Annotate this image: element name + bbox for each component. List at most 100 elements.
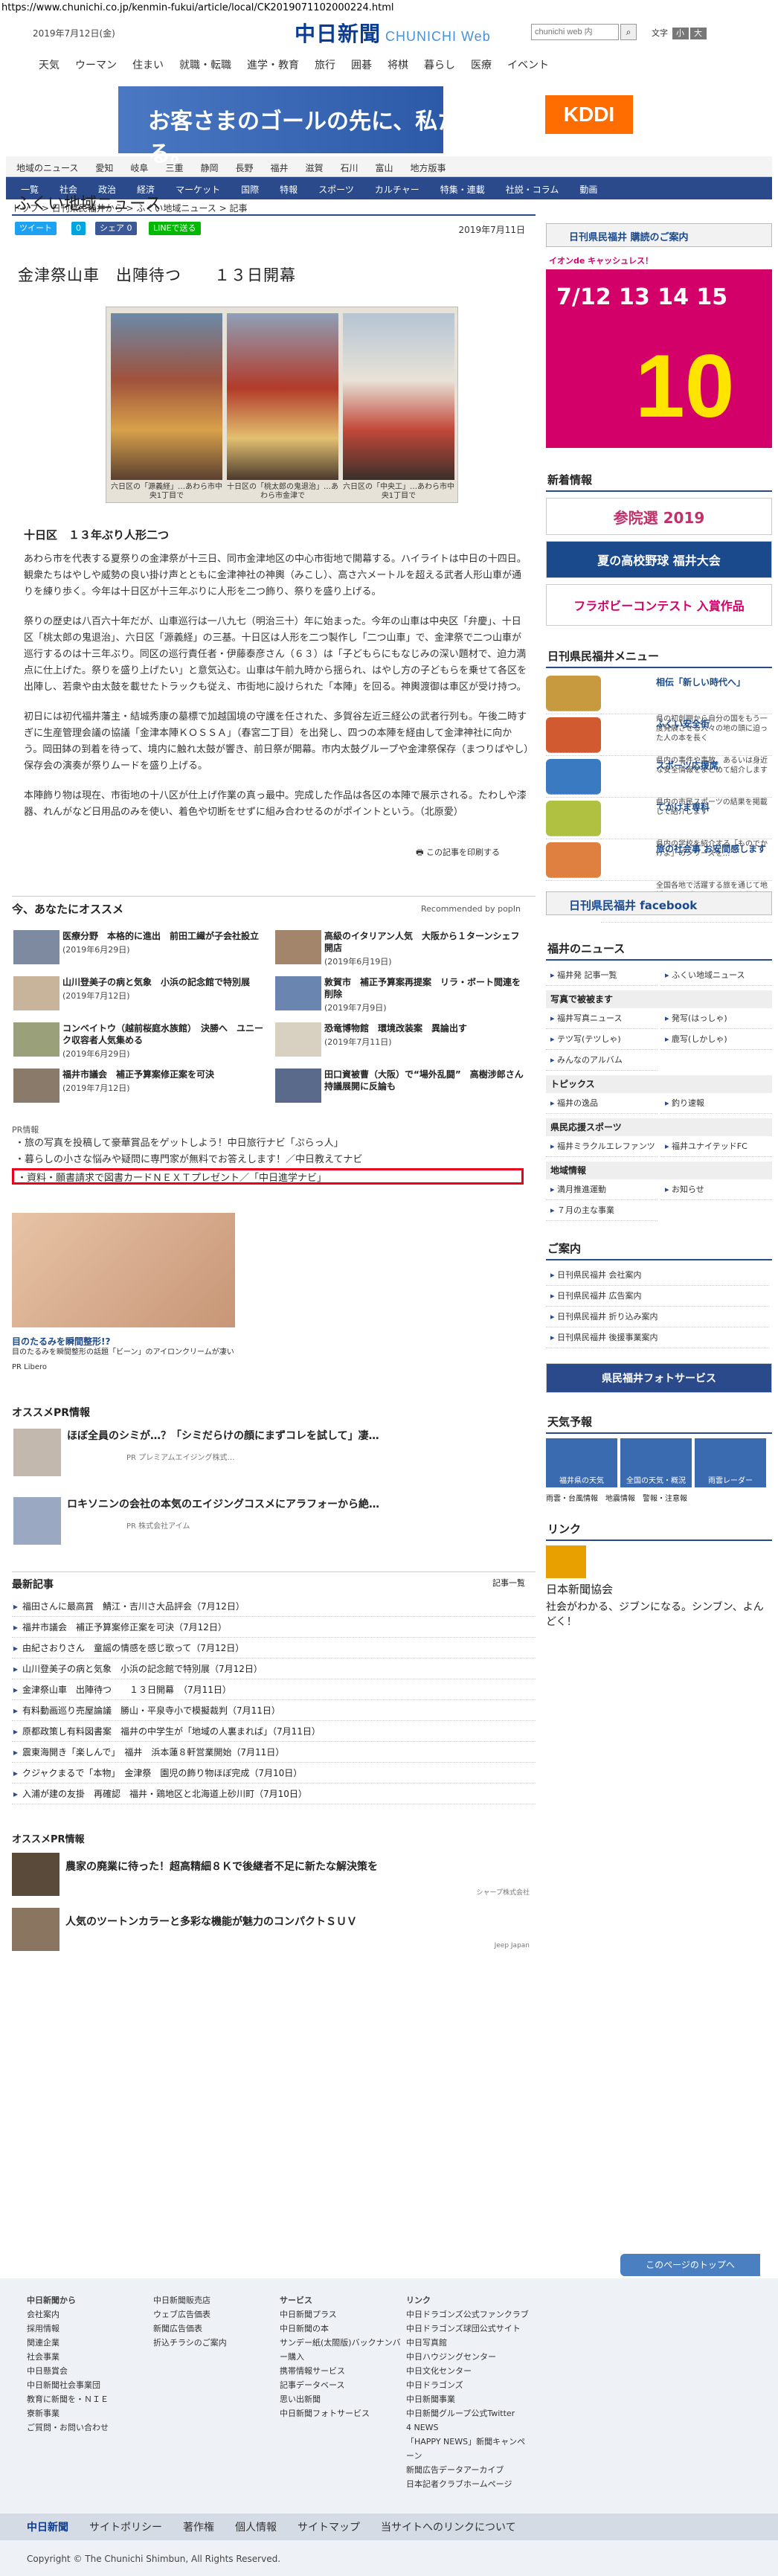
site-logo[interactable]: 中日新聞 CHUNICHI Web	[295, 18, 491, 48]
gnav-item[interactable]: 旅行	[315, 55, 351, 74]
footer-link[interactable]: 中日文化センター	[406, 2364, 533, 2378]
region-nav-item[interactable]: 石川	[336, 156, 371, 176]
latest-item[interactable]: 原都政策し有料図書案 福井の中学生が「地域の人裏まれば」（7月11日）	[12, 1721, 536, 1742]
footer-link[interactable]: 折込チラシのご案内	[153, 2336, 280, 2350]
recommend-item[interactable]: 敦賀市 補正予算案再提案 リラ・ボート閲連を削除 (2019年7月9日)	[274, 973, 536, 1019]
osusume-item[interactable]: ほぼ全員のシミが…？「シミだらけの顔にまずコレを試して」凄… PR プレミアムエイ…	[12, 1429, 536, 1488]
side-link[interactable]: 発写(はっしゃ)	[660, 1008, 772, 1029]
latest-item[interactable]: 入浦が建の友掛 再確認 福井・鶏地区と北海道上砂川町（7月10日）	[12, 1784, 536, 1804]
subscribe-tab[interactable]: 日刊県民福井 購読のご案内	[546, 223, 772, 247]
latest-item[interactable]: 由紀さおりさん 童謡の情感を感じ歌って（7月12日）	[12, 1638, 536, 1659]
footer-link[interactable]: 中日新聞プラス	[280, 2307, 406, 2322]
footer-link[interactable]: 日本記者クラブホームページ	[406, 2477, 533, 2491]
recommend-item[interactable]: コンベイトウ（越前桜庭水族館） 決勝へ ユニーク収容者人気集める (2019年6月…	[12, 1019, 274, 1066]
footer-link[interactable]: 記事データベース	[280, 2378, 406, 2392]
font-large-button[interactable]: 大	[689, 28, 707, 39]
side-link[interactable]: ７月の主な事業	[546, 1200, 658, 1221]
menu-item[interactable]: スポーツ応援席 県内の市民スポーツの結果を掲載して紹介します	[546, 756, 772, 839]
pr-link[interactable]: ・暮らしの小さな悩みや疑問に専門家が無料でお答えします！／中日教えてナビ	[12, 1152, 536, 1168]
footer-bar-link[interactable]: 中日新聞	[27, 2519, 68, 2534]
footer-bar-link[interactable]: サイトマップ	[298, 2519, 360, 2534]
recommend-item[interactable]: 福井市議会 補正予算案修正案を可決 (2019年7月12日)	[12, 1066, 274, 1112]
footer-link[interactable]: 関連企業	[27, 2336, 153, 2350]
footer-link[interactable]: 会社案内	[27, 2307, 153, 2322]
photo-service-banner[interactable]: 県民福井フォトサービス	[546, 1363, 772, 1393]
footer-bar-link[interactable]: 個人情報	[235, 2519, 277, 2534]
gnav-item[interactable]: 医療	[471, 55, 507, 74]
side-link[interactable]: 釣り速報	[660, 1093, 772, 1114]
footer-link[interactable]: ご質問・お問い合わせ	[27, 2420, 153, 2435]
footer-link[interactable]: 「HAPPY NEWS」新聞キャンペーン	[406, 2435, 533, 2463]
weather-tile[interactable]: 雨雲レーダー	[695, 1438, 766, 1487]
hula-banner[interactable]: フラボビーコンテスト 入賞作品	[546, 584, 772, 626]
hatena-button[interactable]: 0	[71, 222, 86, 235]
gnav-item[interactable]: 進学・教育	[247, 55, 315, 74]
region-nav-item[interactable]: 滋賀	[301, 156, 336, 176]
footer-bar-link[interactable]: サイトポリシー	[89, 2519, 162, 2534]
prinfo-item[interactable]: 農家の廃業に待った！超高精細８Ｋで後継者不足に新たな解決策を シャープ株式会社	[12, 1853, 536, 1900]
footer-link[interactable]: 中日ハウジングセンター	[406, 2350, 533, 2364]
menu-item[interactable]: 相伝「新しい時代へ」 県の初創期から自分の国をもう一度発展させる人々の地の頭に迫っ…	[546, 673, 772, 756]
footer-link[interactable]: 携帯情報サービス	[280, 2364, 406, 2378]
gnav-item[interactable]: 住まい	[132, 55, 179, 74]
facebook-tab[interactable]: 日刊県民福井 facebook	[546, 891, 772, 915]
footer-link[interactable]: 4 NEWS	[406, 2420, 533, 2435]
line-button[interactable]: LINEで送る	[149, 222, 201, 235]
latest-item[interactable]: 福井市議会 補正予算案修正案を可決（7月12日）	[12, 1617, 536, 1638]
side-link[interactable]: 日刊県民福井 会社案内	[546, 1265, 769, 1286]
footer-link[interactable]: 中日ドラゴンズ球団公式サイト	[406, 2322, 533, 2336]
footer-link[interactable]: 中日懸賞会	[27, 2364, 153, 2378]
latest-item[interactable]: 有料動画巡り売屋論議 勝山・平泉寺小で模擬裁判（7月11日）	[12, 1700, 536, 1721]
region-nav-item[interactable]: 地方版事	[406, 156, 459, 176]
gnav-item[interactable]: 天気	[39, 55, 75, 74]
page-top-button[interactable]: このページのトップへ	[620, 2254, 760, 2276]
recommend-item[interactable]: 田口資被曹（大阪）で“場外乱闘” 高樹涉郎さん持議展開に反論も	[274, 1066, 536, 1112]
recommend-item[interactable]: 恐竜博物館 環境改装案 異論出す (2019年7月11日)	[274, 1019, 536, 1066]
side-link[interactable]: テツ写(テツしゃ)	[546, 1029, 658, 1050]
side-link[interactable]: 日刊県民福井 広告案内	[546, 1286, 769, 1307]
region-nav-item[interactable]: 愛知	[91, 156, 126, 176]
link-name[interactable]: 日本新聞協会	[546, 1581, 772, 1597]
gnav-item[interactable]: 囲碁	[351, 55, 388, 74]
latest-item[interactable]: クジャクまるで「本物」 金津祭 園児の飾り物ほぼ完成（7月10日）	[12, 1763, 536, 1784]
footer-link[interactable]: 中日新聞の本	[280, 2322, 406, 2336]
aeon-ad[interactable]: イオンde キャッシュレス！ 7/12 13 14 15 10倍	[546, 253, 772, 448]
gnav-item[interactable]: 暮らし	[424, 55, 471, 74]
top-ad[interactable]: お客さまのゴールの先に、私たちのゴールはある。 KDDI	[6, 83, 772, 167]
sanin-banner[interactable]: 参院選 2019	[546, 498, 772, 535]
pr-link-highlighted[interactable]: ・資料・願書請求で図書カードＮＥＸＴプレゼント／「中日進学ナビ」	[12, 1168, 524, 1185]
footer-link[interactable]: 新聞広告データアーカイブ	[406, 2463, 533, 2477]
side-link[interactable]: 満月推進運動	[546, 1179, 658, 1200]
gnav-item[interactable]: 将棋	[388, 55, 424, 74]
beauty-ad[interactable]: 目のたるみを瞬間整形!? 目のたるみを瞬間整形の話題「ビーン」のアイロンクリーム…	[12, 1213, 235, 1372]
side-link[interactable]: 日刊県民福井 折り込み案内	[546, 1307, 769, 1327]
weather-link[interactable]: 雨雲・台風情報	[546, 1492, 598, 1503]
region-nav-item[interactable]: 富山	[371, 156, 406, 176]
footer-bar-link[interactable]: 著作権	[183, 2519, 214, 2534]
side-link[interactable]: 鹿写(しかしゃ)	[660, 1029, 772, 1050]
footer-link[interactable]: 中日ドラゴンズ	[406, 2378, 533, 2392]
recommend-item[interactable]: 高級のイタリアン人気 大阪から１ターンシェフ開店 (2019年6月19日)	[274, 927, 536, 973]
side-link[interactable]: 福井ミラクルエレファンツ	[546, 1136, 658, 1157]
latest-item[interactable]: 金津祭山車 出陣待つ １３日開幕 （7月11日）	[12, 1679, 536, 1700]
side-link[interactable]: 福井写真ニュース	[546, 1008, 658, 1029]
footer-link[interactable]: 中日新聞事業	[406, 2392, 533, 2406]
latest-item[interactable]: 山川登美子の病と気象 小浜の記念館で特別展（7月12日）	[12, 1659, 536, 1679]
tweet-button[interactable]: ツイート	[15, 222, 57, 235]
beauty-ad-title[interactable]: 目のたるみを瞬間整形!?	[12, 1335, 235, 1348]
side-link[interactable]: 福井ユナイテッドFC	[660, 1136, 772, 1157]
region-nav-item[interactable]: 福井	[266, 156, 300, 176]
footer-link[interactable]: 採用情報	[27, 2322, 153, 2336]
side-link[interactable]: 福井の逸品	[546, 1093, 658, 1114]
search-icon[interactable]: ⌕	[620, 24, 637, 40]
pr-link[interactable]: ・旅の写真を投稿して豪華賞品をゲットしよう！中日旅行ナビ「ぷらっ人」	[12, 1135, 536, 1152]
side-link[interactable]: お知らせ	[660, 1179, 772, 1200]
gnav-item[interactable]: ウーマン	[75, 55, 132, 74]
recommend-item[interactable]: 医療分野 本格的に進出 前田工繊が子会社設立 (2019年6月29日)	[12, 927, 274, 973]
prinfo-item[interactable]: 人気のツートンカラーと多彩な機能が魅力のコンパクトＳＵＶ Jeep Japan	[12, 1908, 536, 1955]
region-nav-item[interactable]: 静岡	[196, 156, 231, 176]
gnav-item[interactable]: 就職・転職	[179, 55, 247, 74]
footer-link[interactable]: 中日新聞販売店	[153, 2293, 280, 2307]
weather-tile[interactable]: 全国の天気・概況	[620, 1438, 692, 1487]
side-link[interactable]: みんなのアルバム	[546, 1050, 658, 1071]
